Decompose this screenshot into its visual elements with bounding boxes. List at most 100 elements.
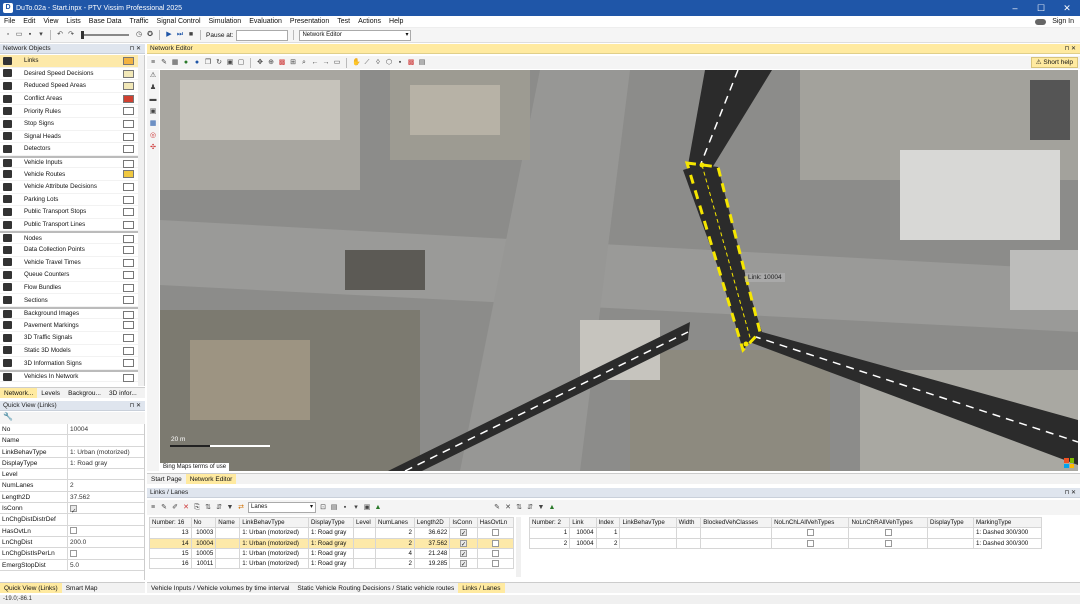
network-objects-tab[interactable]: 3D infor...	[105, 388, 141, 398]
network-objects-tab[interactable]: Levels	[37, 388, 64, 398]
table-row[interactable]: 2 10004 2 1: Dashed 300/300	[528, 537, 1043, 549]
table-cell[interactable]: 2	[375, 537, 415, 549]
network-object-item[interactable]: Flow Bundles	[0, 282, 144, 295]
checkbox-cell[interactable]	[476, 558, 515, 570]
color-swatch[interactable]	[123, 107, 134, 116]
zoom-fit-icon[interactable]: ⊕	[267, 59, 275, 67]
column-header[interactable]: Length2D	[413, 516, 451, 529]
back-icon[interactable]: ←	[311, 59, 319, 67]
column-header[interactable]: LinkBehavType	[619, 516, 677, 529]
wrench-icon[interactable]: ✎	[160, 59, 168, 67]
table-cell[interactable]: 10004	[569, 537, 597, 549]
checkbox[interactable]	[70, 527, 77, 535]
menu-item-file[interactable]: File	[4, 18, 15, 25]
database-icon[interactable]: ▤	[330, 504, 338, 512]
zoom-icon[interactable]: ⌕	[300, 59, 308, 67]
network-objects-tab[interactable]: Backgrou...	[64, 388, 105, 398]
network-object-item[interactable]: Sections	[0, 294, 144, 307]
delete-icon[interactable]: ✕	[504, 504, 512, 512]
checkbox-cell[interactable]	[476, 547, 515, 560]
table-row[interactable]: 1 10004 1 1: Dashed 300/300	[528, 527, 1043, 539]
checkbox[interactable]	[491, 560, 499, 568]
color-swatch[interactable]	[123, 182, 134, 191]
table-cell[interactable]: 1: Road gray	[307, 527, 354, 539]
column-header[interactable]: NumLanes	[375, 516, 415, 529]
table-cell[interactable]	[927, 527, 974, 539]
network-object-item[interactable]: Detectors	[0, 143, 144, 156]
table-cell[interactable]: 1: Road gray	[307, 558, 354, 570]
table-row[interactable]: 15 10005 1: Urban (motorized) 1: Road gray 4…	[149, 547, 515, 560]
checkbox[interactable]: ✓	[460, 560, 468, 568]
network-object-item[interactable]: Reduced Speed Areas	[0, 80, 144, 93]
quick-view-value[interactable]: 10004	[68, 424, 144, 434]
quick-view-value[interactable]	[68, 514, 144, 524]
column-header[interactable]: MarkingType	[972, 516, 1043, 529]
column-header[interactable]: BlockedVehClasses	[700, 516, 773, 529]
quick-view-value[interactable]	[68, 548, 144, 558]
sort-asc-icon[interactable]: ⇅	[204, 504, 212, 512]
close-button[interactable]: ✕	[1054, 0, 1080, 16]
network-object-item[interactable]: Signal Heads	[0, 131, 144, 144]
color-swatch[interactable]	[123, 310, 134, 319]
checkbox-cell[interactable]	[848, 537, 929, 549]
timer-icon[interactable]: ◷	[135, 31, 143, 39]
table-cell[interactable]	[675, 527, 702, 539]
paste-icon[interactable]: ▣	[226, 59, 234, 67]
color-swatch[interactable]	[123, 57, 134, 65]
table-cell[interactable]: 4	[375, 547, 415, 560]
color-swatch[interactable]	[123, 132, 134, 141]
network-object-item[interactable]: Priority Rules	[0, 105, 144, 118]
column-header[interactable]: Level	[352, 516, 377, 529]
table-cell[interactable]: 1	[528, 527, 571, 539]
column-header[interactable]: LinkBehavType	[239, 516, 309, 529]
editor-select[interactable]: Network Editor ▾	[299, 29, 412, 41]
network-object-item[interactable]: Background Images	[0, 306, 144, 320]
menu-item-view[interactable]: View	[43, 18, 58, 25]
3d-icon[interactable]: ⬡	[385, 59, 393, 67]
target-icon[interactable]: ◎	[149, 132, 157, 140]
filter-icon[interactable]: ▼	[226, 504, 234, 512]
table-cell[interactable]: 2	[375, 527, 415, 539]
bus-icon[interactable]: ▣	[149, 108, 157, 116]
delete-icon[interactable]: ▢	[237, 59, 245, 67]
forward-icon[interactable]: →	[322, 59, 330, 67]
column-header[interactable]: Number: 16	[149, 516, 192, 529]
checkbox-cell[interactable]	[476, 537, 515, 549]
zoom-in-icon[interactable]: ⊞	[289, 59, 297, 67]
column-header[interactable]: Link	[569, 516, 597, 529]
network-object-item[interactable]: Nodes	[0, 231, 144, 244]
color-swatch[interactable]	[123, 94, 134, 103]
column-header[interactable]: HasOvtLn	[476, 516, 515, 529]
table-cell[interactable]	[352, 558, 377, 570]
table-cell[interactable]	[352, 547, 377, 560]
quick-view-value[interactable]	[68, 526, 144, 536]
color-swatch[interactable]	[123, 321, 134, 330]
table-cell[interactable]	[215, 537, 241, 549]
view-icon[interactable]: ▭	[333, 59, 341, 67]
table-cell[interactable]: 1: Urban (motorized)	[239, 527, 309, 539]
network-list-icon[interactable]: ▲	[374, 504, 382, 512]
table-cell[interactable]	[619, 527, 677, 539]
layers-icon[interactable]: ▦	[149, 120, 157, 128]
walk-icon[interactable]: ♟	[149, 84, 157, 92]
delete-icon[interactable]: ✕	[182, 504, 190, 512]
table-cell[interactable]	[927, 537, 974, 549]
quick-view-tab[interactable]: Smart Map	[62, 583, 102, 593]
menu-item-edit[interactable]: Edit	[23, 18, 35, 25]
undo-icon[interactable]: ↶	[56, 31, 64, 39]
table-cell[interactable]: 1: Urban (motorized)	[239, 547, 309, 560]
copy-icon[interactable]: ❐	[204, 59, 212, 67]
table-cell[interactable]	[352, 537, 377, 549]
network-map[interactable]: Link: 10004 20 m Bing Maps terms of use	[160, 70, 1078, 471]
table-cell[interactable]: 1	[595, 527, 621, 539]
table-cell[interactable]: 19.285	[413, 558, 451, 570]
menu-item-actions[interactable]: Actions	[358, 18, 381, 25]
color-swatch[interactable]	[123, 373, 134, 382]
quick-view-value[interactable]: 200.0	[68, 537, 144, 547]
menu-icon[interactable]: ≡	[149, 504, 157, 512]
eraser-icon[interactable]: ◊	[374, 59, 382, 67]
quick-view-value[interactable]	[68, 469, 144, 479]
checkbox[interactable]	[491, 529, 499, 537]
checkbox-cell[interactable]	[476, 527, 515, 539]
aerial-map[interactable]	[160, 70, 1078, 471]
